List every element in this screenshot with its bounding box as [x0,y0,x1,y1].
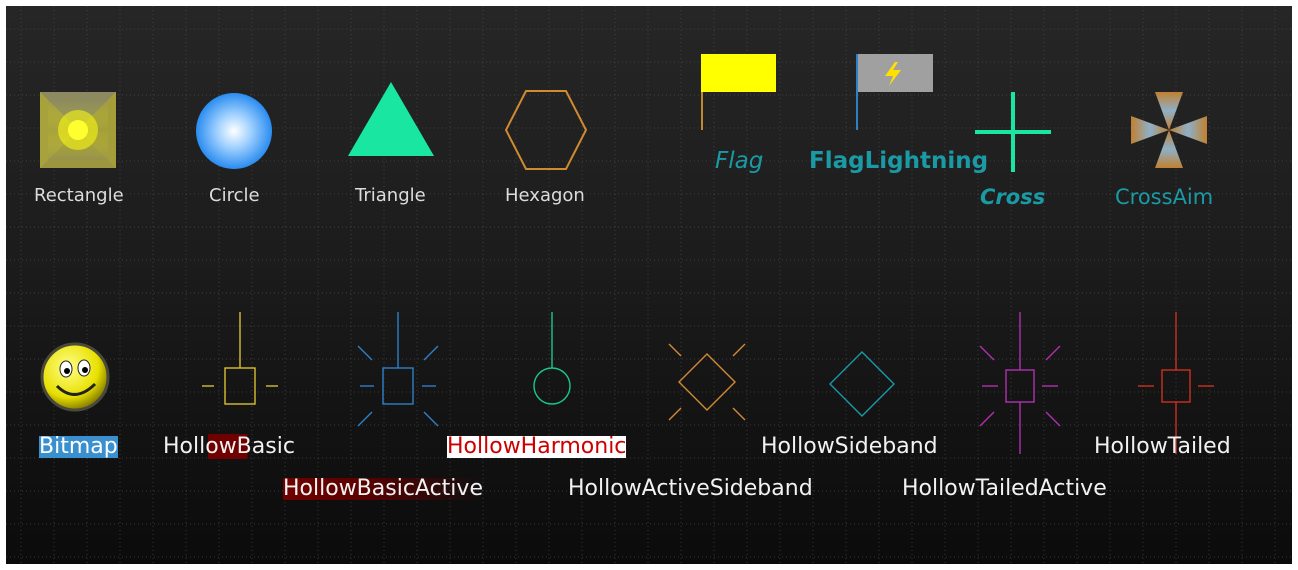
triangle-label: Triangle [355,185,426,206]
hollow-active-sideband-marker-icon[interactable] [665,342,746,422]
cross-aim-label: CrossAim [1115,185,1214,209]
marker-diamond [678,353,736,411]
hollow-basic-active-marker-icon[interactable] [352,304,439,427]
hollow-basic-label-text: HollowBasic [163,434,295,459]
cross-marker-icon[interactable] [975,92,1051,172]
cross-aim-marker-icon[interactable] [1131,92,1207,168]
marker-stroke [357,411,373,427]
rectangle-marker-icon[interactable] [40,92,116,168]
hexagon-label: Hexagon [505,185,585,206]
marker-stroke [668,407,682,421]
circle-label: Circle [209,185,260,206]
hollow-tailed-active-marker-icon[interactable] [974,304,1061,454]
marker-stroke [357,345,373,361]
marker-gallery: Rectangle Circle Triangle Hexagon Flag F… [6,6,1292,564]
hollow-sideband-label: HollowSideband [761,434,938,459]
marker-stroke [979,345,995,361]
marker-stroke [732,343,746,357]
flag-label: Flag [715,148,764,174]
hollow-basic-marker-icon[interactable] [194,304,278,405]
cross-label: Cross [980,185,1046,209]
marker-stroke [979,411,995,427]
marker-box [1005,369,1035,403]
flag-marker-icon[interactable] [700,54,778,130]
marker-stroke [732,407,746,421]
hollow-tailed-active-label: HollowTailedActive [902,476,1107,501]
hollow-basic-label: HollowBasic [163,434,295,459]
hollow-harmonic-label: HollowHarmonic [447,434,627,459]
flag-lightning-marker-icon[interactable] [855,54,935,130]
marker-box [1161,369,1191,403]
circle-marker-icon[interactable] [195,92,273,170]
marker-stroke [668,343,682,357]
rectangle-label: Rectangle [34,185,124,206]
flag-lightning-label: FlagLightning [809,148,989,174]
hollow-active-sideband-label: HollowActiveSideband [568,476,813,501]
hollow-sideband-marker-icon[interactable] [824,348,895,418]
hollow-harmonic-marker-icon[interactable] [506,304,586,405]
hexagon-marker-icon[interactable] [504,90,588,170]
hollow-tailed-marker-icon[interactable] [1130,304,1214,454]
marker-circle [533,367,571,405]
marker-box [224,367,256,405]
marker-box [382,367,414,405]
hollow-basic-active-label: HollowBasicActive [283,476,483,501]
hollow-tailed-label: HollowTailed [1094,434,1231,459]
triangle-marker-icon[interactable] [348,82,434,156]
smiley-bitmap-icon[interactable] [39,342,111,412]
marker-diamond [829,351,895,417]
bitmap-label: Bitmap [39,434,118,459]
